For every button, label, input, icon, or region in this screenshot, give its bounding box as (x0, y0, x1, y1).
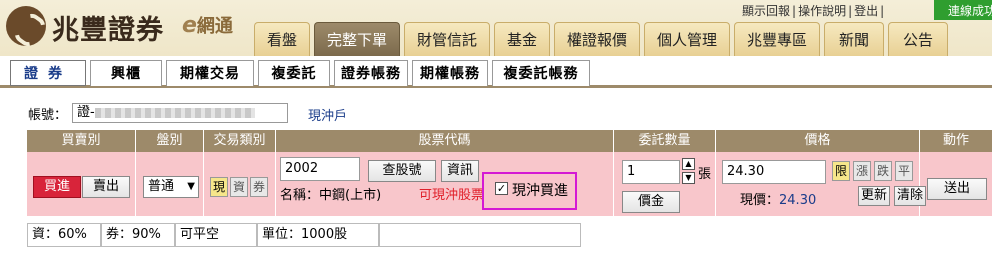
tab-mega-zone[interactable]: 兆豐專區 (734, 22, 820, 56)
brand-mark-icon (6, 6, 46, 46)
buy-button[interactable]: 買進 (33, 176, 81, 198)
header-action: 動作 (942, 133, 969, 148)
top-links: 顯示回報 | 操作說明 | 登出 | (742, 4, 885, 18)
stock-code-input[interactable]: 2002 (280, 157, 360, 181)
subtab-sub-brokerage-account[interactable]: 複委託帳務 (492, 60, 590, 86)
cell-session: 普通 ▼ (136, 152, 204, 216)
short-ratio: 券：90% (101, 223, 175, 247)
sell-button[interactable]: 賣出 (82, 176, 130, 198)
day-trade-buy-label: 現沖買進 (512, 183, 568, 199)
stock-info-button[interactable]: 資訊 (441, 160, 479, 182)
brand-sub: e網通 (182, 13, 233, 38)
tab-warrant-quote[interactable]: 權證報價 (554, 22, 640, 56)
cell-quantity: 1 ▲ ▼ 張 價金 (614, 152, 716, 216)
header: 兆豐證券 e網通 顯示回報 | 操作說明 | 登出 | 連線成功 看盤 完整下單 財管信託… (0, 0, 992, 56)
account-row: 帳號： 證- 現沖戶 (28, 103, 347, 124)
session-select[interactable]: 普通 ▼ (143, 176, 199, 198)
sub-nav: 證券 興櫃 期權交易 複委託 證券帳務 期權帳務 複委託帳務 (0, 56, 992, 88)
header-session: 盤別 (136, 130, 204, 152)
short-cover-status: 可平空 (175, 223, 257, 247)
price-down-limit-button[interactable]: 跌 (874, 161, 892, 181)
price-input[interactable]: 24.30 (722, 160, 826, 184)
header-stock-code: 股票代碼 (276, 130, 614, 152)
link-show-report[interactable]: 顯示回報 (742, 4, 790, 18)
tab-wealth-trust[interactable]: 財管信託 (404, 22, 490, 56)
account-label: 帳號： (28, 108, 68, 123)
quantity-input[interactable]: 1 (622, 160, 680, 184)
cell-side: 買進 賣出 (27, 152, 136, 216)
tab-notice[interactable]: 公告 (888, 22, 948, 56)
quantity-up-icon[interactable]: ▲ (682, 158, 695, 170)
trade-unit: 單位：1000股 (257, 223, 379, 247)
submit-order-button[interactable]: 送出 (927, 178, 987, 200)
order-header-row: 買賣別 盤別 交易類別 股票代碼 委託數量 價格 動作 (27, 130, 992, 152)
logo: 兆豐證券 e網通 (6, 4, 246, 46)
header-side: 買賣別 (27, 130, 136, 152)
tab-personal[interactable]: 個人管理 (644, 22, 730, 56)
subtab-emerging[interactable]: 興櫃 (90, 60, 162, 86)
session-value: 普通 (148, 179, 175, 194)
subtab-futures-options[interactable]: 期權交易 (166, 60, 254, 86)
account-type-tag: 現沖戶 (308, 109, 348, 124)
cell-price: 24.30 限 漲 跌 平 現價：24.30 更新 清除 (716, 152, 926, 216)
price-limit-button[interactable]: 限 (832, 161, 850, 181)
link-help[interactable]: 操作說明 (798, 4, 846, 18)
stock-name: 名稱：中鋼(上市) (280, 188, 382, 203)
price-up-limit-button[interactable]: 漲 (853, 161, 871, 181)
quantity-down-icon[interactable]: ▼ (682, 172, 695, 184)
subtab-securities[interactable]: 證券 (10, 60, 86, 86)
link-logout[interactable]: 登出 (854, 4, 878, 18)
price-flat-button[interactable]: 平 (895, 161, 913, 181)
lookup-stock-button[interactable]: 查股號 (368, 160, 436, 182)
header-quantity: 委託數量 (614, 130, 716, 152)
subtab-sub-brokerage[interactable]: 複委託 (258, 60, 330, 86)
header-trade-type: 交易類別 (204, 130, 276, 152)
day-trade-note: 可現沖股票 (419, 188, 485, 203)
order-body-row: 買進 賣出 普通 ▼ 現 資 券 2002 查股號 資訊 名稱：中鋼(上市) 可… (27, 152, 992, 216)
tab-full-order[interactable]: 完整下單 (314, 22, 400, 56)
margin-ratio: 資：60% (27, 223, 101, 247)
tab-watch[interactable]: 看盤 (254, 22, 310, 56)
day-trade-buy-highlight: ✓ 現沖買進 (482, 172, 577, 210)
trade-type-short[interactable]: 券 (250, 177, 268, 197)
account-number-masked (94, 107, 255, 118)
chevron-down-icon: ▼ (187, 181, 195, 192)
order-table: 買賣別 盤別 交易類別 股票代碼 委託數量 價格 動作 買進 賣出 普通 ▼ 現… (27, 130, 992, 216)
tab-fund[interactable]: 基金 (494, 22, 550, 56)
current-price-row: 現價：24.30 (740, 189, 816, 208)
quantity-unit: 張 (698, 167, 712, 182)
connection-status: 連線成功 (934, 0, 992, 20)
cell-trade-type: 現 資 券 (204, 152, 276, 216)
cell-action: 送出 (920, 152, 992, 216)
account-select[interactable]: 證- (72, 103, 288, 123)
header-price: 價格 (716, 130, 920, 152)
day-trade-buy-checkbox[interactable]: ✓ (495, 182, 508, 195)
current-price-label: 現價： (740, 193, 780, 208)
info-extra (379, 223, 581, 247)
subtab-futures-account[interactable]: 期權帳務 (412, 60, 488, 86)
trade-type-cash[interactable]: 現 (210, 177, 228, 197)
current-price-value: 24.30 (779, 193, 817, 208)
trade-type-margin[interactable]: 資 (230, 177, 248, 197)
calc-amount-button[interactable]: 價金 (622, 191, 680, 213)
tab-news[interactable]: 新聞 (824, 22, 884, 56)
refresh-price-button[interactable]: 更新 (858, 186, 890, 206)
subtab-securities-account[interactable]: 證券帳務 (334, 60, 408, 86)
brand-name: 兆豐證券 (52, 15, 164, 46)
account-value: 證- (77, 105, 95, 120)
